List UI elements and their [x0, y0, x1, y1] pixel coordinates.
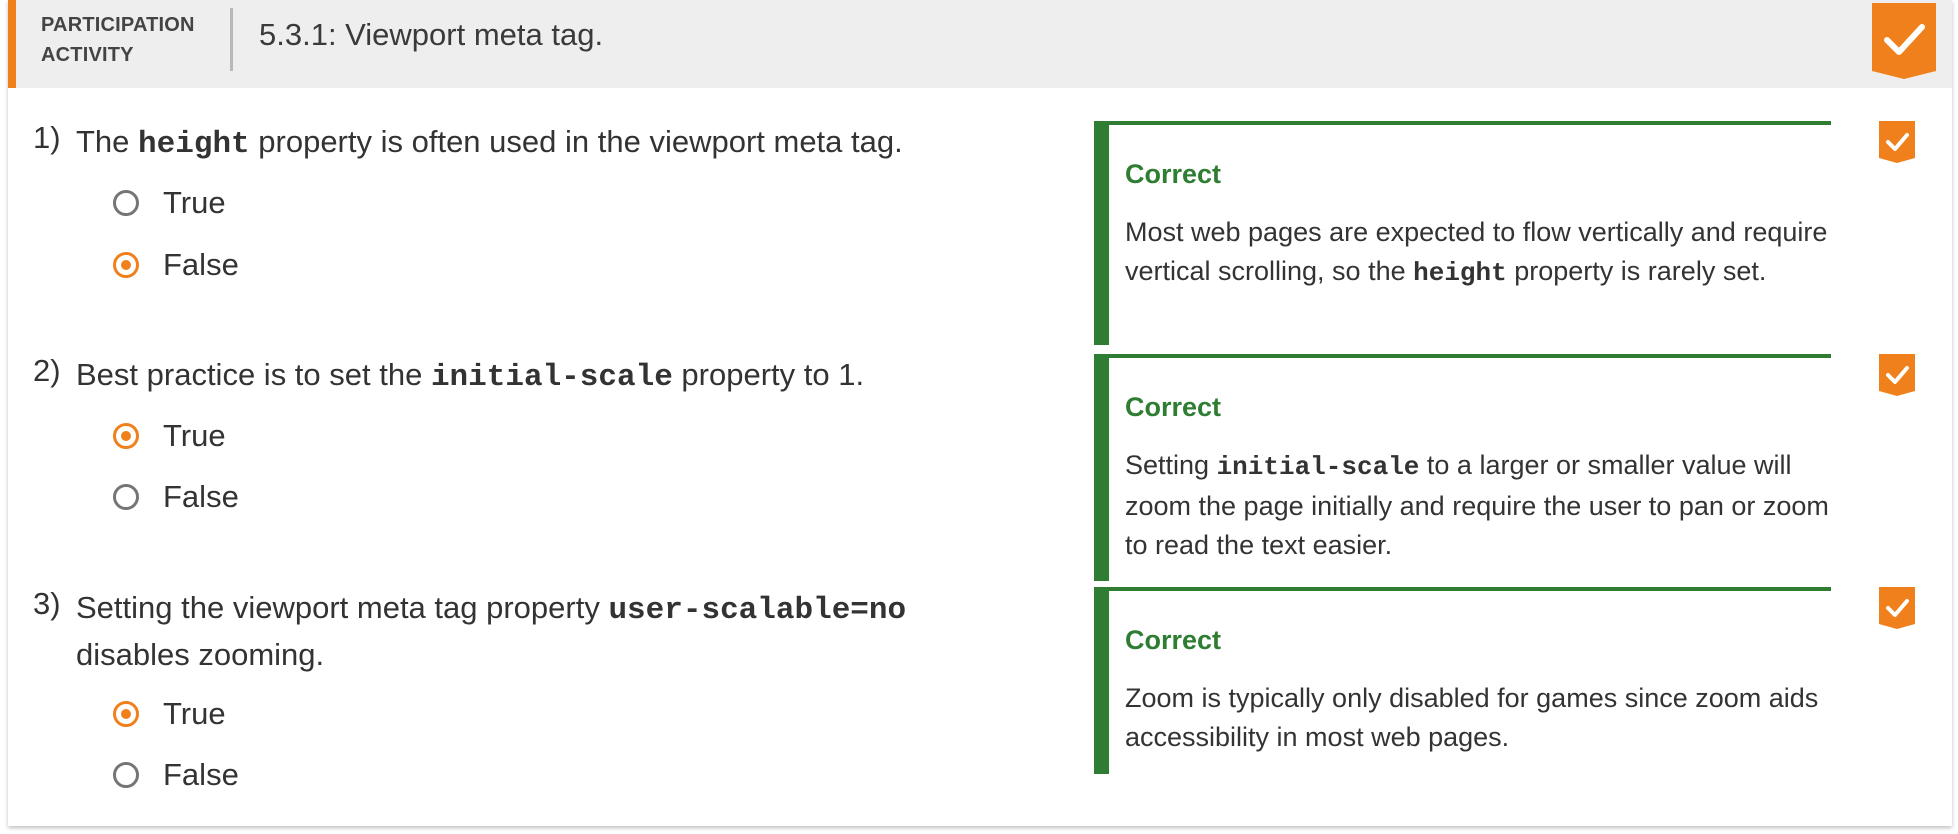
feedback-text: Most web pages are expected to flow vert… — [1125, 217, 1828, 288]
participation-activity: PARTICIPATION ACTIVITY 5.3.1: Viewport m… — [8, 0, 1952, 826]
feedback-heading: Correct — [1125, 159, 1222, 189]
feedback-box: Correct Setting initial-scale to a large… — [1094, 354, 1831, 581]
radio-button[interactable] — [113, 484, 139, 510]
code-snippet: initial-scale — [430, 360, 673, 395]
code-snippet: initial-scale — [1216, 452, 1420, 482]
feedback-heading: Correct — [1125, 392, 1222, 422]
radio-button-selected[interactable] — [113, 252, 139, 278]
activity-title: 5.3.1: Viewport meta tag. — [259, 17, 604, 52]
header-divider — [230, 8, 233, 71]
activity-header: PARTICIPATION ACTIVITY 5.3.1: Viewport m… — [8, 0, 1952, 88]
check-icon — [1879, 587, 1915, 629]
code-snippet: user-scalable=no — [608, 593, 907, 628]
activity-type-label: PARTICIPATION ACTIVITY — [41, 14, 195, 66]
completion-check-icon — [1872, 3, 1936, 79]
question-number: 3) — [33, 586, 61, 621]
check-icon — [1879, 354, 1915, 396]
radio-button[interactable] — [113, 190, 139, 216]
radio-button[interactable] — [113, 762, 139, 788]
question-text: Best practice is to set the initial-scal… — [76, 357, 865, 395]
feedback-text: Zoom is typically only disabled for game… — [1125, 683, 1819, 752]
question-text: The height property is often used in the… — [76, 124, 903, 162]
feedback-box: Correct Zoom is typically only disabled … — [1094, 587, 1831, 774]
question-number: 2) — [33, 353, 61, 388]
question-number: 1) — [33, 120, 61, 155]
check-icon — [1879, 121, 1915, 163]
feedback-heading: Correct — [1125, 625, 1222, 655]
radio-button-selected[interactable] — [113, 423, 139, 449]
question-text: Setting the viewport meta tag property u… — [76, 590, 907, 672]
code-snippet: height — [1413, 258, 1507, 288]
feedback-text: Setting initial-scale to a larger or sma… — [1125, 450, 1829, 560]
code-snippet: height — [138, 127, 250, 162]
radio-button-selected[interactable] — [113, 701, 139, 727]
feedback-box: Correct Most web pages are expected to f… — [1094, 121, 1831, 345]
